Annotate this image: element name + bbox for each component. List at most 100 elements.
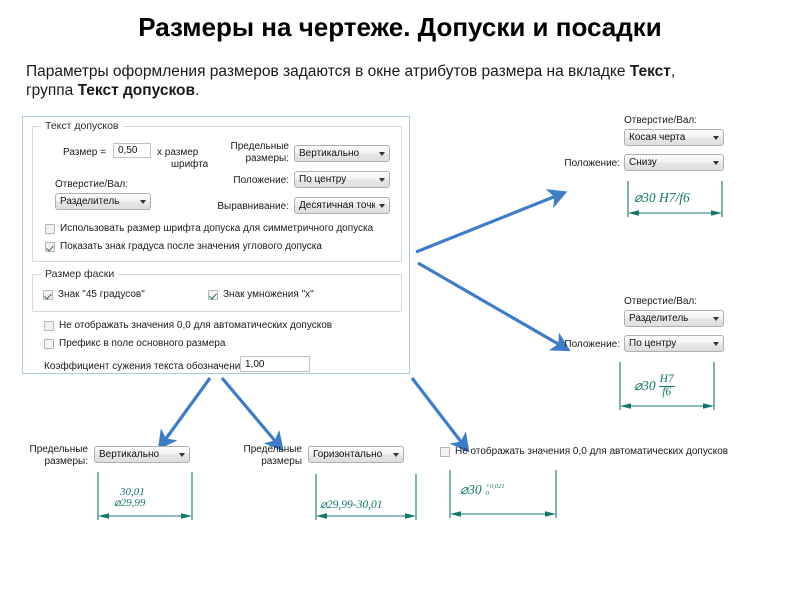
chevron-down-icon xyxy=(375,146,389,161)
chevron-down-icon xyxy=(375,198,389,213)
b1-limit-label-line2: размеры: xyxy=(44,456,88,467)
panel-bottom-1: Предельные размеры: Вертикально 30,01 ⌀2… xyxy=(18,440,218,550)
hole-shaft-value: Разделитель xyxy=(60,196,120,207)
chevron-down-icon xyxy=(136,194,150,209)
mr-hole-shaft-label: Отверстие/Вал: xyxy=(624,296,698,307)
checkbox-symmetric-tolerance-label: Использовать размер шрифта допуска для с… xyxy=(60,223,374,234)
alignment-combobox[interactable]: Десятичная точка xyxy=(294,197,390,214)
intro-paragraph: Параметры оформления размеров задаются в… xyxy=(26,62,726,100)
hole-shaft-combobox[interactable]: Разделитель xyxy=(55,193,151,210)
b1-dimension-drawing: 30,01 ⌀29,99 xyxy=(96,472,194,524)
arrow-to-bottom-2 xyxy=(220,376,284,452)
checkbox-45-degrees-box[interactable] xyxy=(43,289,53,300)
arrow-to-mid-right xyxy=(417,261,571,352)
mr-hole-shaft-value: Разделитель xyxy=(629,313,689,324)
mr-dimension-group: ⌀30 H7 f6 xyxy=(634,373,675,398)
b3-dimension-group: ⌀30 +0,021 0 xyxy=(460,482,505,498)
mr-position-label: Положение: xyxy=(564,339,620,350)
tr-dimension-drawing: ⌀30 H7/f6 xyxy=(626,181,724,221)
b2-limit-value: Горизонтально xyxy=(313,449,383,460)
mr-position-combobox[interactable]: По центру xyxy=(624,335,724,352)
intro-bold-tekst-dopuskov: Текст допусков xyxy=(77,82,196,99)
group-tolerance-text-legend: Текст допусков xyxy=(41,120,123,132)
b3-checkbox-hide-zero-box[interactable] xyxy=(440,446,450,457)
panel-mid-right: Отверстие/Вал: Разделитель Положение: По… xyxy=(556,296,788,426)
size-label: Размер = xyxy=(63,147,106,158)
tr-position-combobox[interactable]: Снизу xyxy=(624,154,724,171)
checkbox-multiply-sign-row[interactable]: Знак умножения "х" xyxy=(208,289,314,300)
tr-dimension-text: ⌀30 H7/f6 xyxy=(634,190,690,205)
checkbox-prefix-label: Префикс в поле основного размера xyxy=(59,338,226,349)
b3-dimension-base: ⌀30 xyxy=(460,482,482,497)
limit-dims-value: Вертикально xyxy=(299,148,360,159)
page-title: Размеры на чертеже. Допуски и посадки xyxy=(138,12,662,42)
b1-limit-value: Вертикально xyxy=(99,449,160,460)
limit-dims-label-line2: размеры: xyxy=(245,153,289,164)
group-chamfer-legend: Размер фаски xyxy=(41,268,119,280)
position-label: Положение: xyxy=(233,175,289,186)
chevron-down-icon xyxy=(709,336,723,351)
coefficient-value: 1,00 xyxy=(245,358,265,370)
intro-bold-tekst: Текст xyxy=(629,63,671,80)
limit-dims-combobox[interactable]: Вертикально xyxy=(294,145,390,162)
mr-position-value: По центру xyxy=(629,338,677,349)
tolerance-text-dialog: Текст допусков Размер = 0,50 х размер шр… xyxy=(22,116,410,374)
checkbox-hide-zero-row[interactable]: Не отображать значения 0,0 для автоматич… xyxy=(44,320,332,331)
chevron-down-icon xyxy=(389,447,403,462)
mr-dimension-prefix: ⌀30 xyxy=(634,378,656,393)
hole-shaft-label: Отверстие/Вал: xyxy=(55,179,129,190)
checkbox-hide-zero-label: Не отображать значения 0,0 для автоматич… xyxy=(59,320,333,331)
checkbox-degree-sign-box[interactable] xyxy=(45,241,55,252)
checkbox-symmetric-tolerance-box[interactable] xyxy=(45,223,55,234)
mr-hole-shaft-combobox[interactable]: Разделитель xyxy=(624,310,724,327)
coefficient-label: Коэффициент сужения текста обозначения: xyxy=(44,361,249,372)
checkbox-multiply-sign-label: Знак умножения "х" xyxy=(223,289,314,300)
b1-limit-combobox[interactable]: Вертикально xyxy=(94,446,190,463)
limit-dims-label-line1: Предельные xyxy=(230,141,289,152)
checkbox-multiply-sign-box[interactable] xyxy=(208,289,218,300)
alignment-value: Десятичная точка xyxy=(299,200,375,211)
chevron-down-icon xyxy=(175,447,189,462)
b2-dimension-drawing: ⌀29,99-30,01 xyxy=(314,474,418,524)
alignment-label: Выравнивание: xyxy=(217,201,289,212)
size-value-text: 0,50 xyxy=(118,145,138,156)
mr-dimension-numerator: H7 xyxy=(658,373,675,387)
arrow-to-bottom-3 xyxy=(410,377,470,453)
tr-hole-shaft-label: Отверстие/Вал: xyxy=(624,115,698,126)
panel-bottom-3: Не отображать значения 0,0 для автоматич… xyxy=(438,440,768,550)
tr-position-label: Положение: xyxy=(564,158,620,169)
checkbox-45-degrees-row[interactable]: Знак "45 градусов" xyxy=(43,289,145,300)
slide-root: Размеры на чертеже. Допуски и посадки Па… xyxy=(0,0,800,600)
group-tolerance-text: Текст допусков Размер = 0,50 х размер шр… xyxy=(32,120,402,262)
b3-checkbox-hide-zero-row[interactable]: Не отображать значения 0,0 для автоматич… xyxy=(440,446,728,457)
position-value: По центру xyxy=(299,174,347,185)
b2-limit-label-line2: размеры xyxy=(261,456,302,467)
chevron-down-icon xyxy=(375,172,389,187)
arrow-to-top-right xyxy=(415,189,568,254)
b3-lower-deviation: 0 xyxy=(485,490,489,497)
size-suffix-line2: шрифта xyxy=(171,159,209,170)
checkbox-degree-sign-row[interactable]: Показать знак градуса после значения угл… xyxy=(45,241,322,252)
group-chamfer: Размер фаски Знак "45 градусов" Знак умн… xyxy=(32,268,402,312)
checkbox-prefix-box[interactable] xyxy=(44,338,54,349)
checkbox-hide-zero-box[interactable] xyxy=(44,320,54,331)
b3-checkbox-hide-zero-label: Не отображать значения 0,0 для автоматич… xyxy=(455,446,729,457)
checkbox-45-degrees-label: Знак "45 градусов" xyxy=(58,289,145,300)
intro-text-1: Параметры оформления размеров задаются в… xyxy=(26,63,630,80)
checkbox-symmetric-tolerance-row[interactable]: Использовать размер шрифта допуска для с… xyxy=(45,223,373,234)
size-suffix-line1: х размер xyxy=(157,147,199,158)
panel-bottom-2: Предельные размеры Горизонтально ⌀29,99-… xyxy=(232,440,432,550)
b2-limit-combobox[interactable]: Горизонтально xyxy=(308,446,404,463)
mr-dimension-drawing: ⌀30 H7 f6 xyxy=(618,362,716,414)
size-value-input[interactable]: 0,50 xyxy=(113,143,151,158)
coefficient-input[interactable]: 1,00 xyxy=(240,356,310,372)
b3-upper-deviation: +0,021 xyxy=(485,483,505,490)
tr-hole-shaft-combobox[interactable]: Косая черта xyxy=(624,129,724,146)
b2-dimension-text: ⌀29,99-30,01 xyxy=(320,499,383,511)
chevron-down-icon xyxy=(709,311,723,326)
position-combobox[interactable]: По центру xyxy=(294,171,390,188)
checkbox-prefix-row[interactable]: Префикс в поле основного размера xyxy=(44,338,225,349)
tr-position-value: Снизу xyxy=(629,157,657,168)
b3-deviation-stack: +0,021 0 xyxy=(486,483,505,497)
intro-text-3: . xyxy=(195,82,200,99)
